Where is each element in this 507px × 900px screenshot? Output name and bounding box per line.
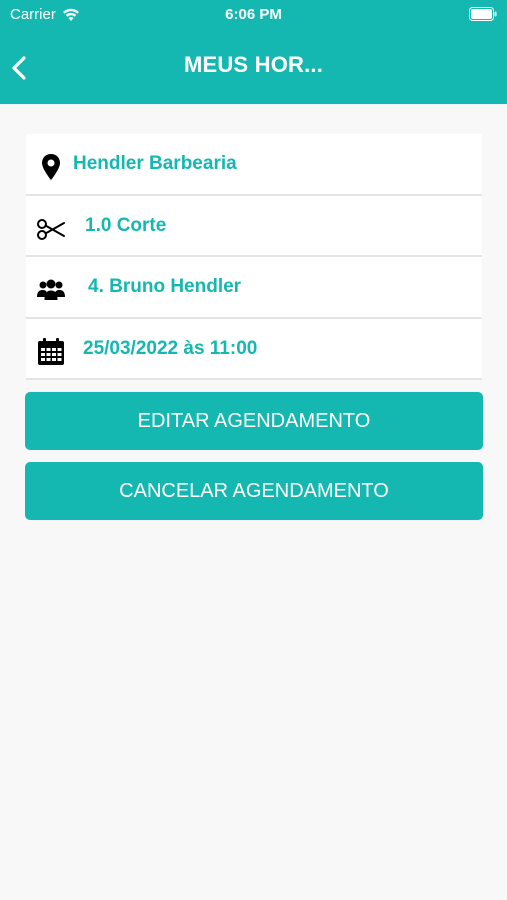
location-label: Hendler Barbearia — [73, 153, 237, 174]
cancel-appointment-button[interactable]: CANCELAR AGENDAMENTO — [25, 462, 483, 520]
datetime-row: 25/03/2022 às 11:00 — [26, 319, 482, 380]
appointment-details-card: Hendler Barbearia 1.0 Corte 4. Bruno Hen… — [26, 134, 482, 380]
scissors-icon — [37, 218, 65, 240]
datetime-label: 25/03/2022 às 11:00 — [83, 337, 258, 359]
status-bar: Carrier 6:06 PM — [0, 0, 507, 28]
location-pin-icon — [42, 154, 60, 180]
calendar-icon — [38, 337, 64, 365]
service-label: 1.0 Corte — [85, 214, 167, 236]
header: Carrier 6:06 PM MEUS HOR... — [0, 0, 507, 104]
users-icon — [37, 279, 65, 300]
battery-icon — [469, 7, 497, 21]
edit-appointment-button[interactable]: EDITAR AGENDAMENTO — [25, 392, 483, 450]
professional-row: 4. Bruno Hendler — [26, 257, 482, 319]
location-row: Hendler Barbearia — [26, 134, 482, 196]
status-time: 6:06 PM — [225, 6, 282, 23]
service-row: 1.0 Corte — [26, 196, 482, 257]
professional-label: 4. Bruno Hendler — [88, 276, 242, 297]
nav-bar: MEUS HOR... — [0, 40, 507, 96]
page-title: MEUS HOR... — [183, 52, 324, 77]
